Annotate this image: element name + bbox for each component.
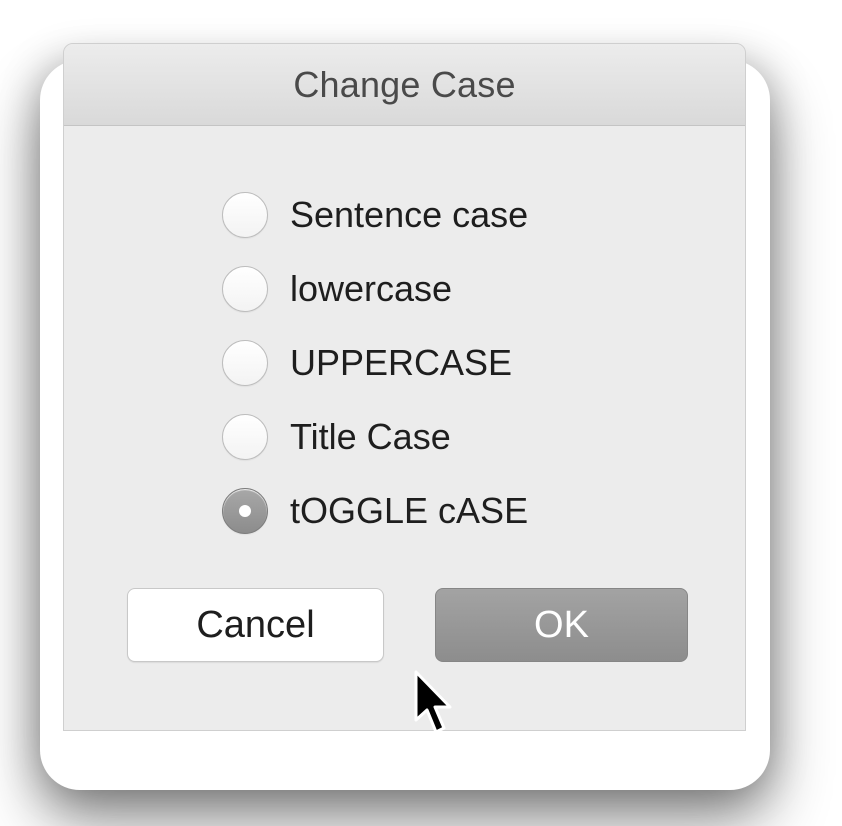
option-lowercase[interactable]: lowercase xyxy=(222,264,528,314)
option-label-title-case: Title Case xyxy=(290,416,451,457)
option-label-toggle-case: tOGGLE cASE xyxy=(290,490,529,531)
radio-lowercase[interactable] xyxy=(222,266,268,312)
change-case-dialog: Change Case Sentence case lowercase UPPE… xyxy=(63,43,746,731)
ok-button[interactable]: OK xyxy=(435,588,688,662)
dialog-title: Change Case xyxy=(293,63,516,105)
screen: Change Case Sentence case lowercase UPPE… xyxy=(0,0,842,826)
radio-toggle-case[interactable] xyxy=(222,488,268,534)
case-options: Sentence case lowercase UPPERCASE Title … xyxy=(222,190,528,560)
option-label-uppercase: UPPERCASE xyxy=(290,342,513,383)
option-title-case[interactable]: Title Case xyxy=(222,412,528,462)
radio-sentence-case[interactable] xyxy=(222,192,268,238)
radio-uppercase[interactable] xyxy=(222,340,268,386)
radio-selected-dot xyxy=(239,505,251,517)
option-sentence-case[interactable]: Sentence case xyxy=(222,190,528,240)
arrow-cursor-icon xyxy=(414,670,452,734)
dialog-titlebar[interactable]: Change Case xyxy=(64,44,745,126)
radio-title-case[interactable] xyxy=(222,414,268,460)
cancel-button[interactable]: Cancel xyxy=(127,588,384,662)
option-label-lowercase: lowercase xyxy=(290,268,453,309)
option-label-sentence-case: Sentence case xyxy=(290,194,529,235)
option-uppercase[interactable]: UPPERCASE xyxy=(222,338,528,388)
option-toggle-case[interactable]: tOGGLE cASE xyxy=(222,486,528,536)
